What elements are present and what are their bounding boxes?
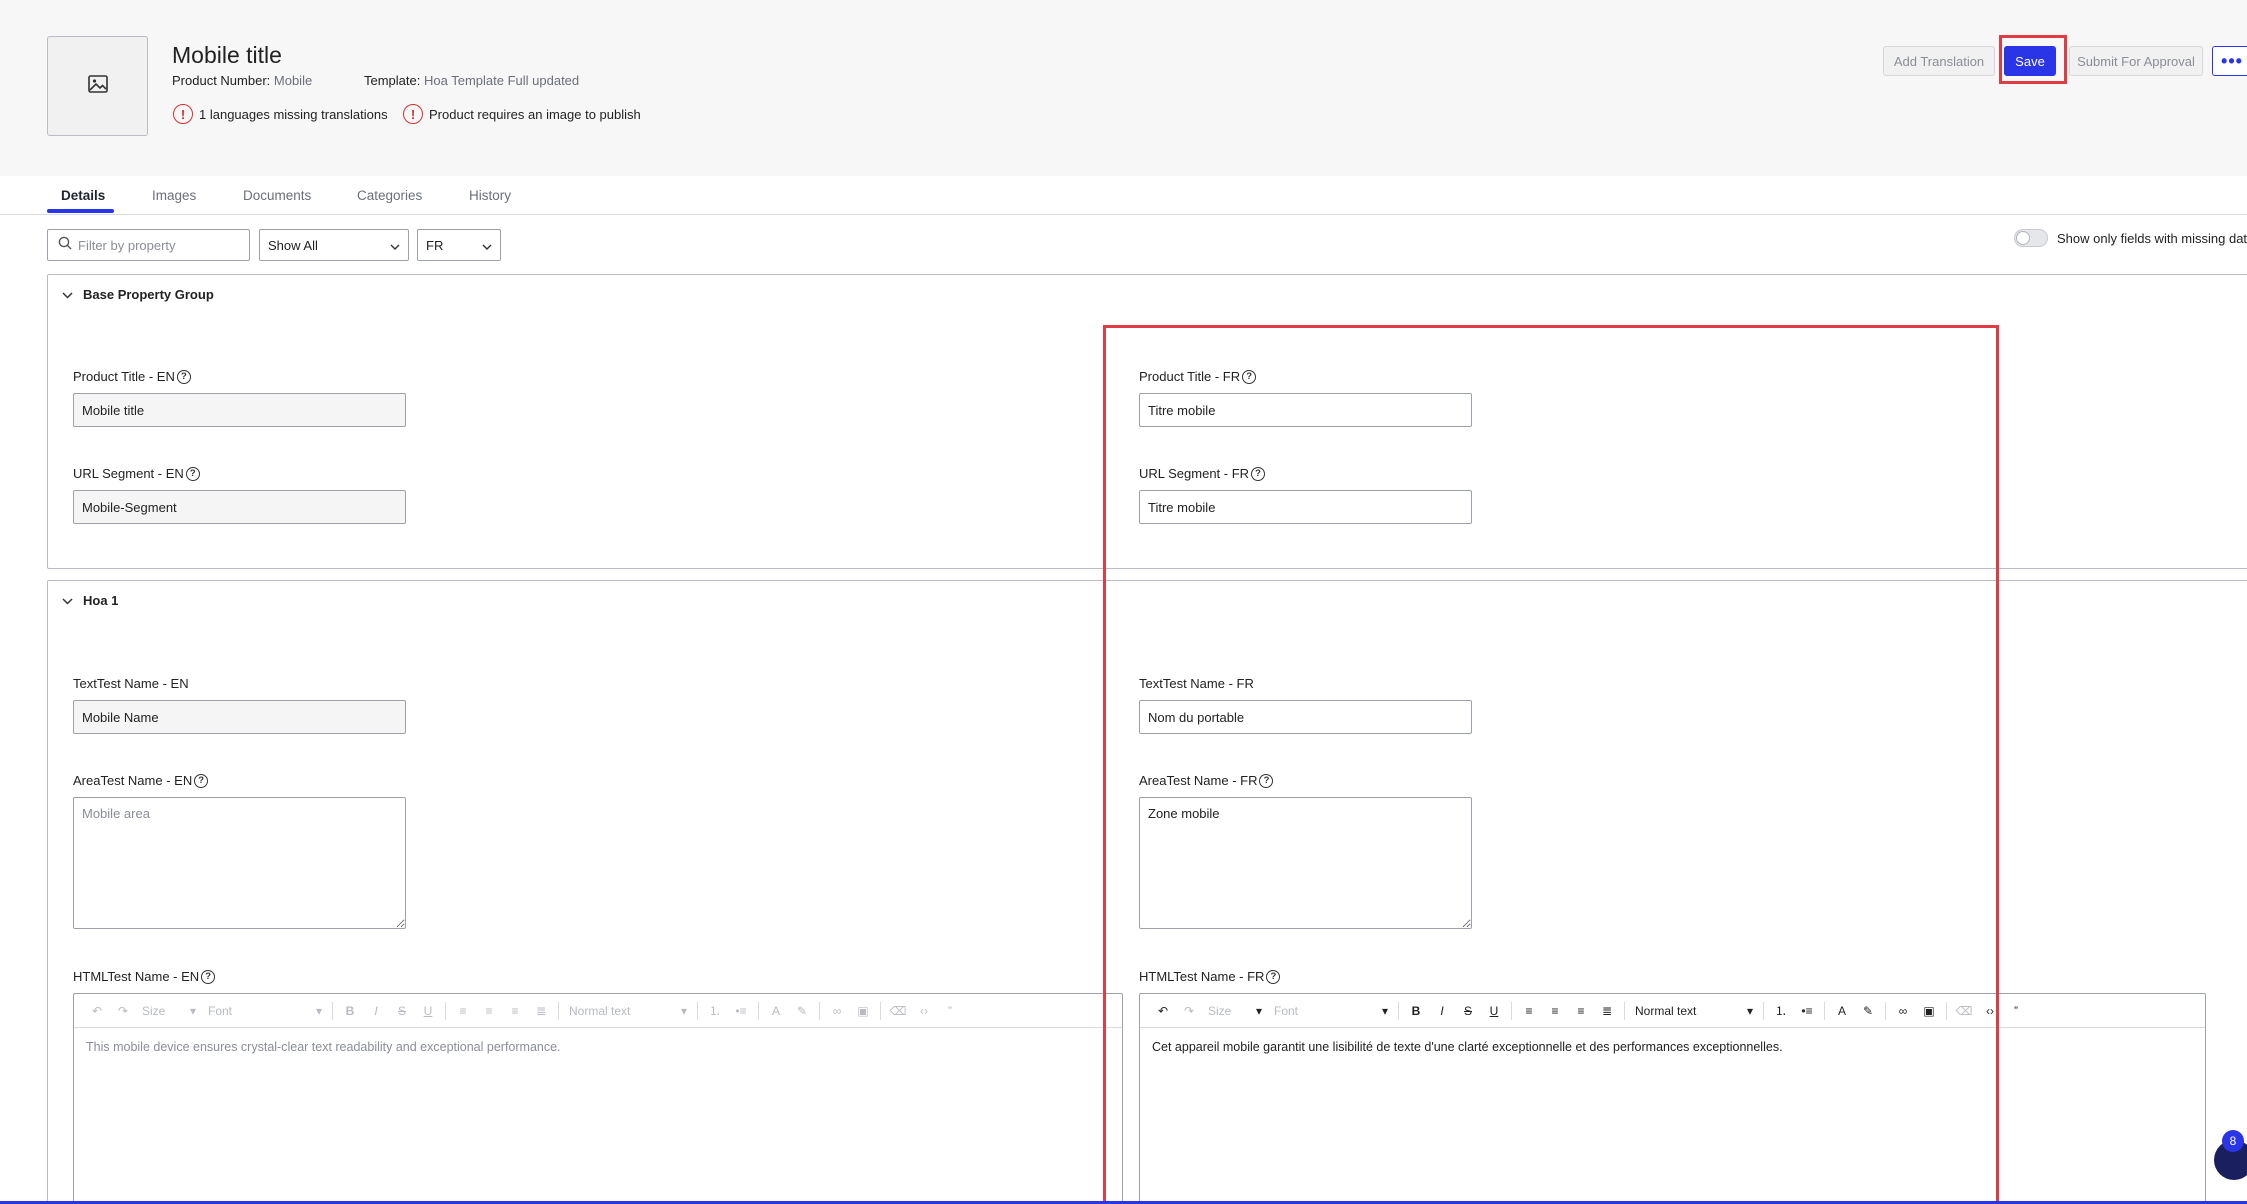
notification-badge: 8 bbox=[2222, 1130, 2244, 1152]
clear-format-icon[interactable]: ⌫ bbox=[885, 1000, 911, 1022]
ordered-list-icon[interactable]: ⒈ bbox=[702, 1000, 728, 1022]
quote-icon[interactable]: ” bbox=[937, 1000, 963, 1022]
text-color-icon[interactable]: A bbox=[763, 1000, 789, 1022]
font-select[interactable]: Font ▾ bbox=[202, 1000, 328, 1022]
alert-icon: ! bbox=[403, 104, 423, 124]
more-actions-button[interactable]: ••• bbox=[2212, 46, 2247, 76]
texttest-en-input[interactable] bbox=[73, 700, 406, 734]
undo-icon[interactable]: ↶ bbox=[84, 1000, 110, 1022]
url-segment-en-label: URL Segment - EN? bbox=[73, 466, 200, 481]
search-icon bbox=[58, 236, 72, 255]
alert-icon: ! bbox=[173, 104, 193, 124]
product-number: Product Number: Mobile bbox=[172, 73, 312, 88]
product-header: Mobile title Product Number: Mobile Temp… bbox=[0, 0, 2247, 176]
align-left-icon[interactable]: ≡ bbox=[450, 1000, 476, 1022]
chevron-down-icon bbox=[62, 287, 73, 302]
areatest-en-label: AreaTest Name - EN? bbox=[73, 773, 209, 788]
highlight-icon[interactable]: ✎ bbox=[789, 1000, 815, 1022]
quote-icon[interactable]: ” bbox=[2003, 1000, 2029, 1022]
areatest-en-textarea[interactable] bbox=[73, 797, 406, 929]
link-icon[interactable]: ∞ bbox=[824, 1000, 850, 1022]
product-title: Mobile title bbox=[172, 42, 282, 68]
texttest-en-label: TextTest Name - EN bbox=[73, 676, 189, 691]
warning-image-required: ! Product requires an image to publish bbox=[403, 104, 641, 124]
htmltest-en-editor: ↶ ↷ Size ▾ Font ▾ B I S U ≡ ≡ ≡ ≣ Normal t… bbox=[73, 993, 1123, 1204]
product-title-en-input[interactable] bbox=[73, 393, 406, 427]
save-button[interactable]: Save bbox=[2004, 46, 2056, 76]
chevron-down-icon bbox=[62, 593, 73, 608]
tab-categories[interactable]: Categories bbox=[357, 188, 422, 203]
missing-data-toggle: Show only fields with missing data bbox=[2014, 229, 2247, 247]
search-input[interactable] bbox=[78, 237, 238, 253]
show-all-select[interactable]: Show All bbox=[259, 229, 409, 261]
tab-details[interactable]: Details bbox=[61, 188, 105, 203]
help-icon[interactable]: ? bbox=[194, 773, 209, 788]
help-icon[interactable]: ? bbox=[176, 369, 191, 384]
filter-by-property[interactable] bbox=[47, 229, 250, 261]
tab-images[interactable]: Images bbox=[152, 188, 196, 203]
product-image-placeholder[interactable] bbox=[47, 36, 148, 136]
redo-icon[interactable]: ↷ bbox=[110, 1000, 136, 1022]
code-icon[interactable]: ‹› bbox=[911, 1000, 937, 1022]
align-center-icon[interactable]: ≡ bbox=[476, 1000, 502, 1022]
size-select[interactable]: Size ▾ bbox=[136, 1000, 202, 1022]
warning-missing-translations: ! 1 languages missing translations bbox=[173, 104, 388, 124]
strikethrough-icon[interactable]: S bbox=[389, 1000, 415, 1022]
add-translation-button[interactable]: Add Translation bbox=[1883, 46, 1995, 76]
language-select[interactable]: FR bbox=[417, 229, 501, 261]
fr-column-highlight bbox=[1103, 325, 1999, 1204]
htmltest-en-content[interactable]: This mobile device ensures crystal-clear… bbox=[74, 1028, 1122, 1066]
image-icon[interactable]: ▣ bbox=[850, 1000, 876, 1022]
underline-icon[interactable]: U bbox=[415, 1000, 441, 1022]
product-number-value: Mobile bbox=[273, 73, 313, 88]
image-icon bbox=[87, 74, 108, 98]
italic-icon[interactable]: I bbox=[363, 1000, 389, 1022]
tab-history[interactable]: History bbox=[469, 188, 511, 203]
htmltest-en-label: HTMLTest Name - EN? bbox=[73, 969, 216, 984]
product-title-en-label: Product Title - EN? bbox=[73, 369, 191, 384]
help-icon[interactable]: ? bbox=[185, 466, 200, 481]
bullet-list-icon[interactable]: •≡ bbox=[728, 1000, 754, 1022]
hoa-1-group-header[interactable]: Hoa 1 bbox=[62, 593, 118, 608]
url-segment-en-input[interactable] bbox=[73, 490, 406, 524]
submit-for-approval-button[interactable]: Submit For Approval bbox=[2069, 46, 2203, 76]
base-property-group-header[interactable]: Base Property Group bbox=[62, 287, 214, 302]
align-justify-icon[interactable]: ≣ bbox=[528, 1000, 554, 1022]
template-value: Hoa Template Full updated bbox=[424, 73, 580, 88]
missing-data-switch[interactable] bbox=[2014, 229, 2048, 247]
product-template: Template: Hoa Template Full updated bbox=[364, 73, 579, 88]
product-number-label: Product Number: bbox=[172, 73, 271, 88]
missing-data-toggle-label: Show only fields with missing data bbox=[2057, 230, 2247, 246]
help-icon[interactable]: ? bbox=[201, 969, 216, 984]
chevron-down-icon bbox=[390, 238, 400, 253]
align-right-icon[interactable]: ≡ bbox=[502, 1000, 528, 1022]
editor-toolbar: ↶ ↷ Size ▾ Font ▾ B I S U ≡ ≡ ≡ ≣ Normal t… bbox=[74, 994, 1122, 1028]
tab-documents[interactable]: Documents bbox=[243, 188, 311, 203]
tab-bar: Details Images Documents Categories Hist… bbox=[0, 176, 2247, 215]
active-tab-indicator bbox=[47, 209, 114, 213]
template-label: Template: bbox=[364, 73, 421, 88]
block-format-select[interactable]: Normal text ▾ bbox=[563, 1000, 693, 1022]
chevron-down-icon bbox=[482, 238, 492, 253]
bold-icon[interactable]: B bbox=[337, 1000, 363, 1022]
